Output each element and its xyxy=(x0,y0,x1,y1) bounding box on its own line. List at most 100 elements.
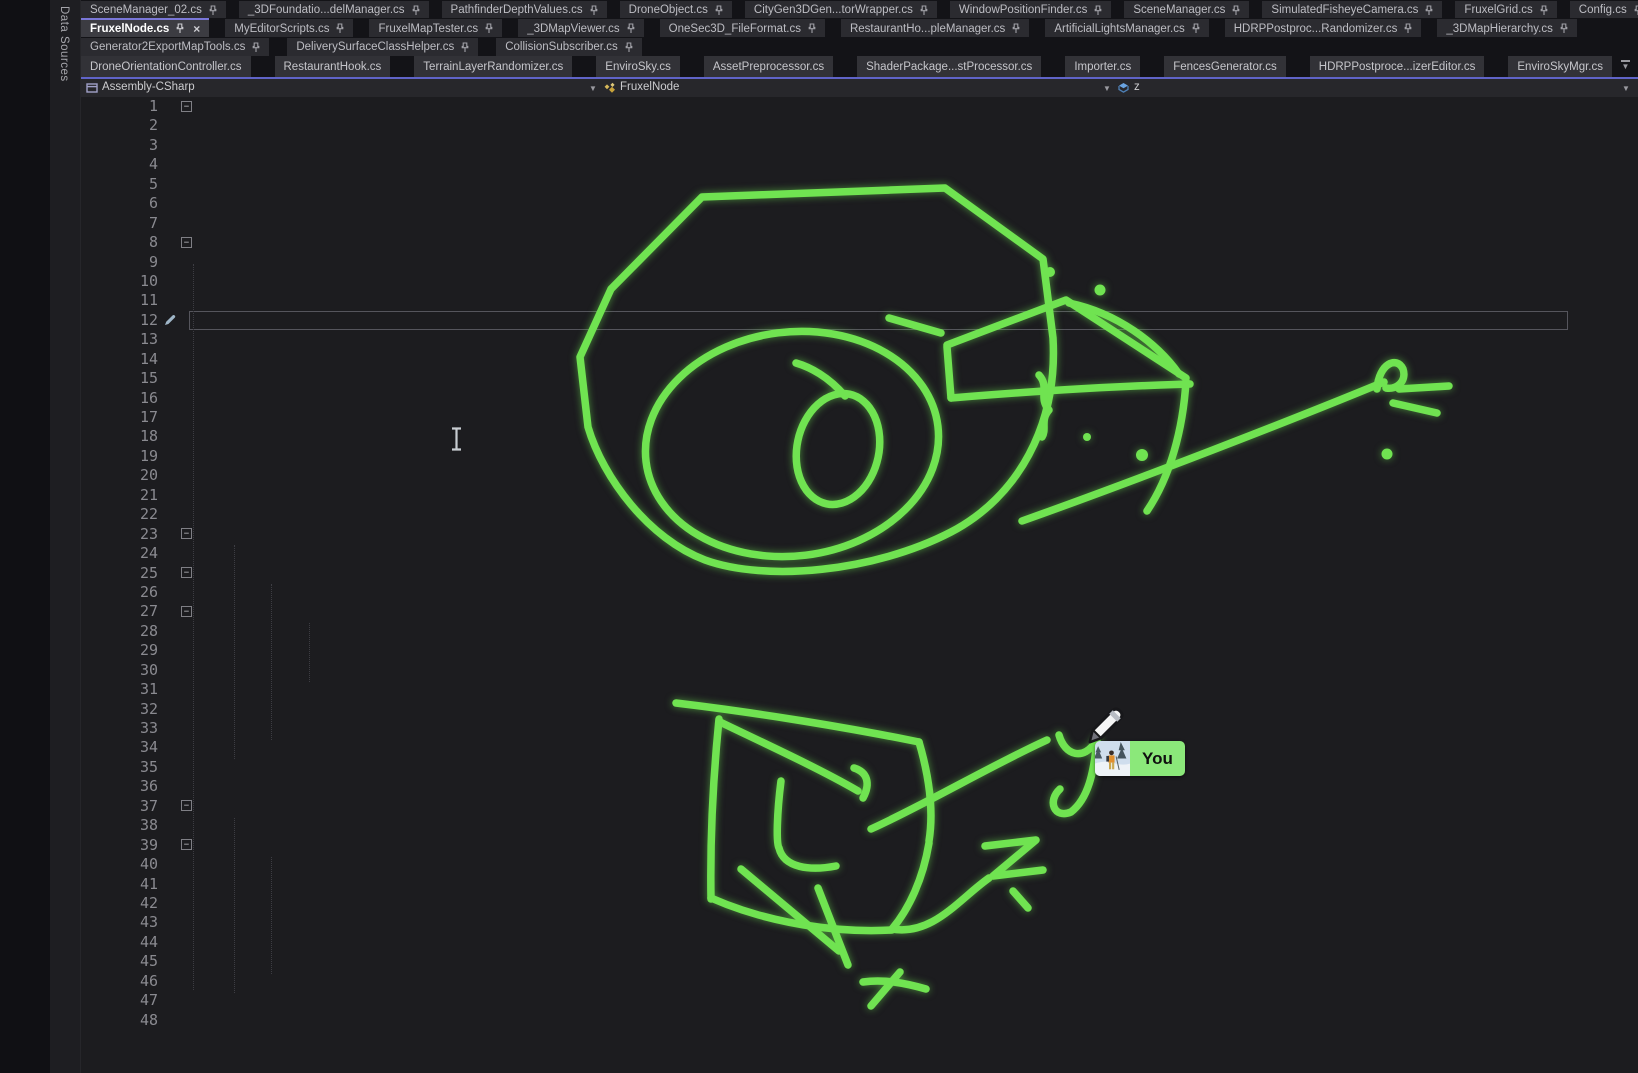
tab-_3DFoundatio...delManager.cs[interactable]: _3DFoundatio...delManager.cs xyxy=(239,1,429,18)
code-line-48: 48 xyxy=(81,1011,1638,1030)
line-number: 3 xyxy=(81,136,158,155)
breadcrumb-project[interactable]: Assembly-CSharp xyxy=(102,81,195,93)
line-number: 13 xyxy=(81,330,158,349)
tab-Generator2ExportMapTools.cs[interactable]: Generator2ExportMapTools.cs xyxy=(81,38,269,57)
code-line-36: 36 xyxy=(81,777,1638,796)
line-number: 24 xyxy=(81,544,158,563)
tab-DroneObject.cs[interactable]: DroneObject.cs xyxy=(620,1,732,18)
line-number: 35 xyxy=(81,758,158,777)
tab-_3DMapViewer.cs[interactable]: _3DMapViewer.cs xyxy=(518,19,643,37)
tab-Importer.cs[interactable]: Importer.cs xyxy=(1065,56,1140,77)
line-number: 4 xyxy=(81,155,158,174)
code-line-27: 27− xyxy=(81,602,1638,621)
tab-EnviroSkyMgr.cs[interactable]: EnviroSkyMgr.cs xyxy=(1508,56,1612,77)
breadcrumb-member[interactable]: z xyxy=(1134,81,1140,93)
fold-collapse-icon[interactable]: − xyxy=(181,567,192,578)
pin-icon xyxy=(412,5,420,16)
line-number: 38 xyxy=(81,816,158,835)
tab-label: EnviroSkyMgr.cs xyxy=(1517,61,1603,73)
code-line-33: 33 xyxy=(81,719,1638,738)
tab-MyEditorScripts.cs[interactable]: MyEditorScripts.cs xyxy=(225,19,353,37)
line-number: 16 xyxy=(81,389,158,408)
tab-ShaderPackage...stProcessor.cs[interactable]: ShaderPackage...stProcessor.cs xyxy=(857,56,1041,77)
tab-TerrainLayerRandomizer.cs[interactable]: TerrainLayerRandomizer.cs xyxy=(414,56,572,77)
tab-label: ShaderPackage...stProcessor.cs xyxy=(866,61,1032,73)
code-line-31: 31 xyxy=(81,680,1638,699)
code-line-10: 10 xyxy=(81,272,1638,291)
code-line-8: 8− xyxy=(81,233,1638,252)
code-line-1: 1− xyxy=(81,97,1638,116)
breadcrumb-type[interactable]: FruxelNode xyxy=(620,81,679,93)
data-sources-panel-tab[interactable]: Data Sources xyxy=(50,0,81,1073)
tab-label: HDRPPostproc...Randomizer.cs xyxy=(1234,23,1398,35)
fold-collapse-icon[interactable]: − xyxy=(181,839,192,850)
tab-ArtificialLightsManager.cs[interactable]: ArtificialLightsManager.cs xyxy=(1045,19,1208,37)
fold-collapse-icon[interactable]: − xyxy=(181,800,192,811)
tab-RestaurantHo...pleManager.cs[interactable]: RestaurantHo...pleManager.cs xyxy=(841,19,1029,37)
indent-guide xyxy=(234,545,235,759)
tab-overflow-chevron-icon[interactable]: ▼ xyxy=(1621,60,1630,70)
code-editor[interactable]: 1−2345678−91011121314151617181920212223−… xyxy=(81,97,1638,1073)
code-line-30: 30 xyxy=(81,661,1638,680)
fold-collapse-icon[interactable]: − xyxy=(181,528,192,539)
tab-PathfinderDepthValues.cs[interactable]: PathfinderDepthValues.cs xyxy=(442,1,607,18)
code-line-4: 4 xyxy=(81,155,1638,174)
line-number: 43 xyxy=(81,913,158,932)
code-line-5: 5 xyxy=(81,175,1638,194)
fold-collapse-icon[interactable]: − xyxy=(181,237,192,248)
tab-FruxelMapTester.cs[interactable]: FruxelMapTester.cs xyxy=(369,19,502,37)
tab-label: DroneOrientationController.cs xyxy=(90,61,242,73)
tab-HDRPPostproce...izerEditor.cs[interactable]: HDRPPostproce...izerEditor.cs xyxy=(1310,56,1485,77)
line-number: 34 xyxy=(81,738,158,757)
fold-collapse-icon[interactable]: − xyxy=(181,606,192,617)
fold-collapse-icon[interactable]: − xyxy=(181,101,192,112)
chevron-down-icon[interactable]: ▼ xyxy=(1622,84,1630,93)
code-line-22: 22 xyxy=(81,505,1638,524)
tab-RestaurantHook.cs[interactable]: RestaurantHook.cs xyxy=(275,56,391,77)
line-number: 21 xyxy=(81,486,158,505)
code-line-24: 24 xyxy=(81,544,1638,563)
tab-CollisionSubscriber.cs[interactable]: CollisionSubscriber.cs xyxy=(496,38,642,57)
code-line-44: 44 xyxy=(81,933,1638,952)
chevron-down-icon[interactable]: ▼ xyxy=(589,84,597,93)
tab-FruxelNode.cs[interactable]: FruxelNode.cs× xyxy=(81,18,209,37)
tab-AssetPreprocessor.cs[interactable]: AssetPreprocessor.cs xyxy=(704,56,833,77)
line-number: 37 xyxy=(81,797,158,816)
tab-label: _3DMapViewer.cs xyxy=(527,23,619,35)
code-line-35: 35 xyxy=(81,758,1638,777)
tab-HDRPPostproc...Randomizer.cs[interactable]: HDRPPostproc...Randomizer.cs xyxy=(1225,19,1422,37)
tab-FruxelGrid.cs[interactable]: FruxelGrid.cs xyxy=(1455,1,1556,18)
code-line-12: 12 xyxy=(81,311,1638,330)
tab-Config.cs[interactable]: Config.cs xyxy=(1570,1,1638,18)
code-line-13: 13 xyxy=(81,330,1638,349)
breadcrumb: Assembly-CSharp ▼ FruxelNode ▼ z ▼ xyxy=(81,79,1638,97)
tab-SceneManager.cs[interactable]: SceneManager.cs xyxy=(1124,1,1249,18)
pin-icon xyxy=(252,42,260,53)
presenter-badge: You xyxy=(1095,741,1185,776)
chevron-down-icon[interactable]: ▼ xyxy=(1103,84,1111,93)
tab-FencesGenerator.cs[interactable]: FencesGenerator.cs xyxy=(1164,56,1286,77)
tab-SceneManager_02.cs[interactable]: SceneManager_02.cs xyxy=(81,1,226,18)
pin-icon xyxy=(590,5,598,16)
close-icon[interactable]: × xyxy=(193,24,200,34)
line-number: 44 xyxy=(81,933,158,952)
tab-_3DMapHierarchy.cs[interactable]: _3DMapHierarchy.cs xyxy=(1437,19,1577,37)
tab-label: CityGen3DGen...torWrapper.cs xyxy=(754,4,913,16)
tab-CityGen3DGen...torWrapper.cs[interactable]: CityGen3DGen...torWrapper.cs xyxy=(745,1,937,18)
tab-SimulatedFisheyeCamera.cs[interactable]: SimulatedFisheyeCamera.cs xyxy=(1262,1,1442,18)
tab-DroneOrientationController.cs[interactable]: DroneOrientationController.cs xyxy=(81,56,251,77)
tab-label: ArtificialLightsManager.cs xyxy=(1054,23,1184,35)
indent-guide xyxy=(271,584,272,740)
presenter-name: You xyxy=(1130,741,1185,776)
line-number: 15 xyxy=(81,369,158,388)
line-number: 26 xyxy=(81,583,158,602)
tab-label: FencesGenerator.cs xyxy=(1173,61,1277,73)
tab-WindowPositionFinder.cs[interactable]: WindowPositionFinder.cs xyxy=(950,1,1111,18)
tab-EnviroSky.cs[interactable]: EnviroSky.cs xyxy=(596,56,680,77)
tab-OneSec3D_FileFormat.cs[interactable]: OneSec3D_FileFormat.cs xyxy=(660,19,825,37)
line-number: 6 xyxy=(81,194,158,213)
tab-DeliverySurfaceClassHelper.cs[interactable]: DeliverySurfaceClassHelper.cs xyxy=(287,38,478,57)
pin-icon xyxy=(461,42,469,53)
line-number: 30 xyxy=(81,661,158,680)
tab-label: Config.cs xyxy=(1579,4,1627,16)
